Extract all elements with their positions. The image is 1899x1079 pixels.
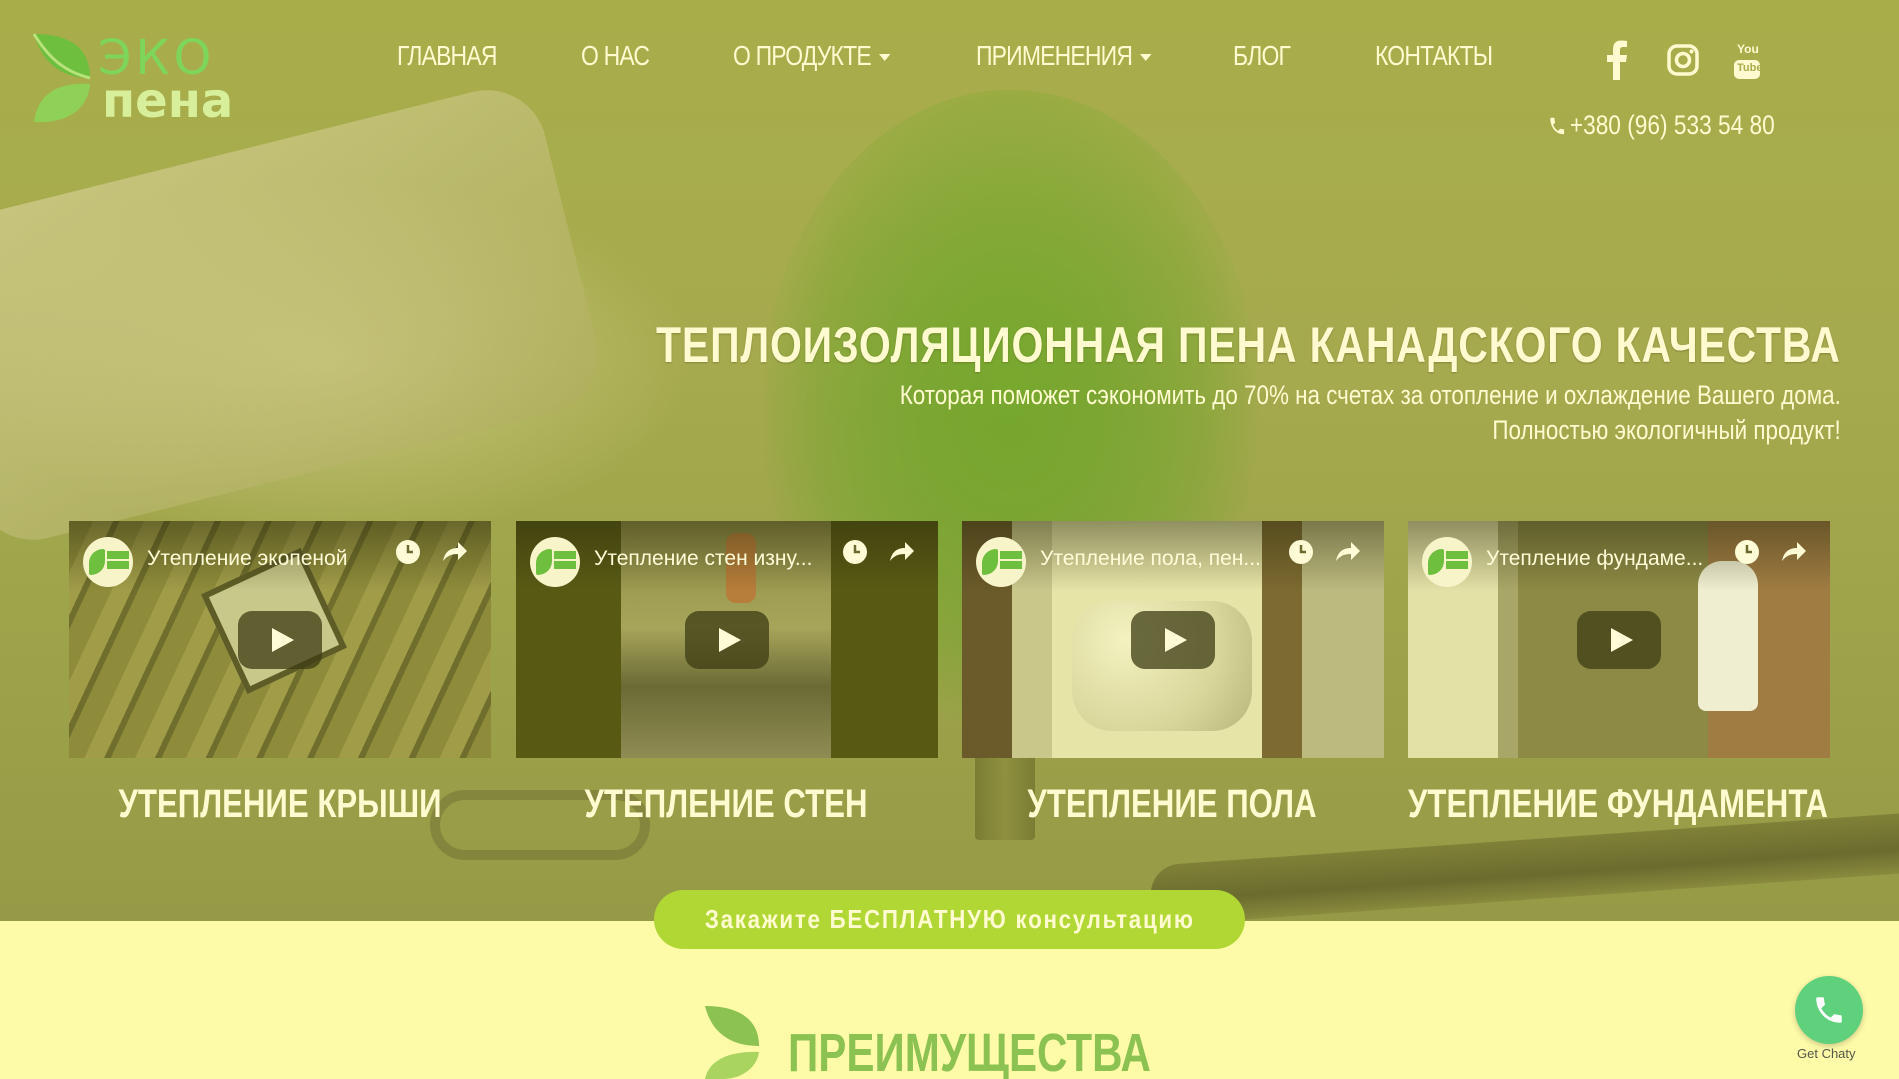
- channel-avatar[interactable]: [83, 537, 133, 587]
- logo-text-pena: пена: [102, 73, 234, 129]
- phone-link[interactable]: +380 (96) 533 54 80: [1548, 110, 1775, 141]
- play-icon[interactable]: [238, 610, 322, 669]
- free-consultation-button[interactable]: Закажите БЕСПЛАТНУЮ консультацию: [654, 890, 1245, 949]
- nav-item-label: ПРИМЕНЕНИЯ: [976, 40, 1133, 71]
- youtube-link[interactable]: You Tube: [1730, 42, 1764, 80]
- nav-item-contacts[interactable]: КОНТАКТЫ: [1375, 36, 1493, 76]
- play-icon[interactable]: [1131, 610, 1215, 669]
- video-title[interactable]: Утепление стен изну...: [594, 547, 812, 571]
- video-caption-foundation: УТЕПЛЕНИЕ ФУНДАМЕНТА: [1408, 782, 1828, 826]
- facebook-link[interactable]: [1606, 40, 1628, 80]
- main-nav: ГЛАВНАЯ О НАС О ПРОДУКТЕ ПРИМЕНЕНИЯ БЛОГ…: [0, 36, 1560, 76]
- nav-item-label: БЛОГ: [1233, 40, 1291, 71]
- nav-item-label: О НАС: [581, 40, 650, 71]
- hero-title: ТЕПЛОИЗОЛЯЦИОННАЯ ПЕНА КАНАДСКОГО КАЧЕСТ…: [656, 317, 1841, 373]
- channel-avatar[interactable]: [1422, 537, 1472, 587]
- phone-number: +380 (96) 533 54 80: [1569, 110, 1775, 140]
- channel-avatar[interactable]: [530, 537, 580, 587]
- share-icon[interactable]: [1778, 537, 1808, 567]
- video-card-roof[interactable]: Утепление экопеной: [69, 521, 491, 758]
- video-card-floor[interactable]: Утепление пола, пен...: [962, 521, 1384, 758]
- nav-item-product[interactable]: О ПРОДУКТЕ: [733, 36, 891, 76]
- video-title[interactable]: Утепление фундаме...: [1486, 547, 1703, 571]
- chat-widget-label: Get Chaty: [1797, 1046, 1856, 1061]
- video-caption-floor: УТЕПЛЕНИЕ ПОЛА: [1027, 782, 1317, 826]
- nav-item-home[interactable]: ГЛАВНАЯ: [397, 36, 497, 76]
- video-caption-roof: УТЕПЛЕНИЕ КРЫШИ: [118, 782, 442, 826]
- nav-item-label: КОНТАКТЫ: [1375, 40, 1493, 71]
- video-caption-walls: УТЕПЛЕНИЕ СТЕН: [584, 782, 868, 826]
- phone-icon: [1816, 997, 1842, 1023]
- phone-icon: [1550, 117, 1565, 135]
- cta-label: Закажите БЕСПЛАТНУЮ консультацию: [704, 904, 1195, 934]
- watch-later-icon[interactable]: [393, 537, 423, 567]
- watch-later-icon[interactable]: [1286, 537, 1316, 567]
- share-icon[interactable]: [886, 537, 916, 567]
- watch-later-icon[interactable]: [1732, 537, 1762, 567]
- video-title[interactable]: Утепление экопеной: [147, 547, 347, 571]
- chevron-down-icon: [1140, 54, 1152, 62]
- nav-item-about[interactable]: О НАС: [581, 36, 650, 76]
- share-icon[interactable]: [1332, 537, 1362, 567]
- play-icon[interactable]: [685, 610, 769, 669]
- youtube-text-you: You: [1737, 42, 1759, 56]
- nav-item-label: О ПРОДУКТЕ: [733, 40, 872, 71]
- nav-item-label: ГЛАВНАЯ: [397, 40, 497, 71]
- play-icon[interactable]: [1577, 610, 1661, 669]
- hero-subtitle-line2: Полностью экологичный продукт!: [1492, 415, 1841, 445]
- nav-item-blog[interactable]: БЛОГ: [1233, 36, 1291, 76]
- channel-avatar[interactable]: [976, 537, 1026, 587]
- video-card-foundation[interactable]: Утепление фундаме...: [1408, 521, 1830, 758]
- video-title[interactable]: Утепление пола, пен...: [1040, 547, 1261, 571]
- chevron-down-icon: [879, 54, 891, 62]
- advantages-leaf-icon: [705, 1006, 759, 1079]
- blueprint-roll-image: [0, 77, 611, 553]
- chat-widget-button[interactable]: [1795, 976, 1863, 1044]
- video-card-walls[interactable]: Утепление стен изну...: [516, 521, 938, 758]
- instagram-link[interactable]: [1667, 44, 1699, 76]
- instagram-icon: [1667, 44, 1699, 76]
- watch-later-icon[interactable]: [840, 537, 870, 567]
- share-icon[interactable]: [439, 537, 469, 567]
- nav-item-applications[interactable]: ПРИМЕНЕНИЯ: [976, 36, 1152, 76]
- advantages-title: ПРЕИМУЩЕСТВА: [788, 1023, 1151, 1079]
- facebook-icon: [1607, 40, 1627, 80]
- hero-subtitle-line1: Которая поможет сэкономить до 70% на сче…: [899, 380, 1841, 410]
- youtube-text-tube: Tube: [1737, 62, 1763, 74]
